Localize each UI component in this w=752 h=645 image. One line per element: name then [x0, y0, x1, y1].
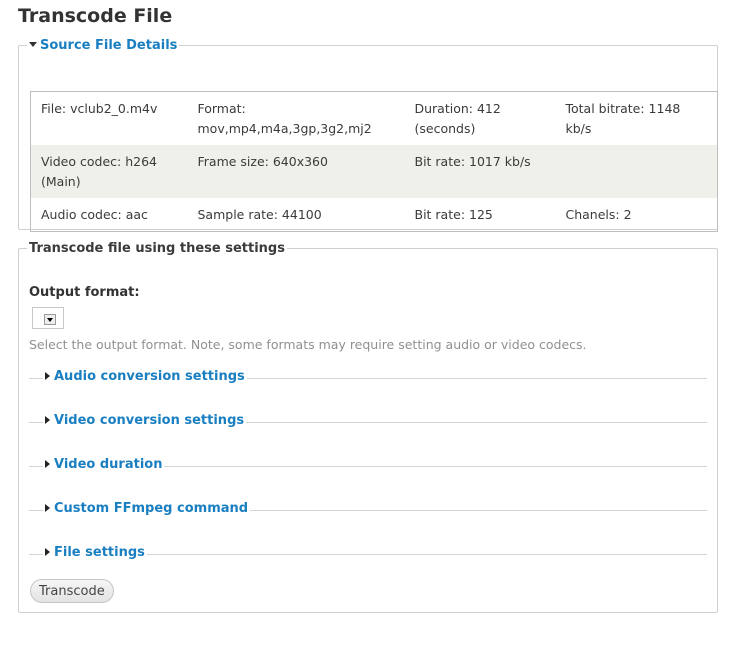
section-title: Audio conversion settings	[54, 369, 245, 384]
video-duration-section: Video duration	[29, 457, 707, 473]
table-row: Audio codec: aac Sample rate: 44100 Bit …	[31, 198, 718, 232]
empty-cell	[555, 145, 718, 198]
section-title: Video conversion settings	[54, 413, 245, 428]
source-file-details-legend: Source File Details	[40, 38, 178, 53]
section-title: Video duration	[54, 457, 163, 472]
dropdown-arrow-icon	[44, 314, 56, 325]
collapse-arrow-icon	[29, 42, 37, 47]
output-format-label: Output format:	[29, 285, 140, 300]
page-title: Transcode File	[18, 5, 173, 27]
audio-conversion-settings-toggle[interactable]: Audio conversion settings	[43, 369, 247, 384]
custom-ffmpeg-command-section: Custom FFmpeg command	[29, 501, 707, 517]
section-title: File settings	[54, 545, 145, 560]
file-name-cell: File: vclub2_0.m4v	[41, 101, 158, 116]
audio-bitrate-cell: Bit rate: 125	[414, 207, 493, 222]
source-file-details-toggle[interactable]: Source File Details	[27, 38, 179, 53]
frame-size-cell: Frame size: 640x360	[187, 145, 405, 198]
audio-conversion-settings-section: Audio conversion settings	[29, 369, 707, 385]
output-format-select[interactable]	[32, 307, 64, 329]
format-cell: Format: mov,mp4,m4a,3gp,3g2,mj2	[197, 101, 372, 136]
video-duration-toggle[interactable]: Video duration	[43, 457, 165, 472]
expand-arrow-icon	[45, 459, 50, 468]
duration-cell: Duration: 412 (seconds)	[414, 101, 501, 136]
total-bitrate-cell: Total bitrate: 1148 kb/s	[565, 101, 681, 136]
audio-codec-cell: Audio codec: aac	[41, 207, 148, 222]
file-settings-toggle[interactable]: File settings	[43, 545, 147, 560]
source-details-table: File: vclub2_0.m4v Format: mov,mp4,m4a,3…	[30, 91, 718, 232]
video-codec-cell: Video codec: h264 (Main)	[30, 145, 188, 198]
expand-arrow-icon	[45, 415, 50, 424]
video-bitrate-cell: Bit rate: 1017 kb/s	[404, 145, 556, 198]
source-file-details-fieldset: Source File Details File: vclub2_0.m4v F…	[18, 38, 718, 232]
transcode-button[interactable]: Transcode	[30, 579, 114, 603]
transcode-settings-legend: Transcode file using these settings	[29, 241, 285, 256]
table-row: Video codec: h264 (Main) Frame size: 640…	[30, 145, 718, 198]
channels-cell: Chanels: 2	[565, 207, 632, 222]
file-settings-section: File settings	[29, 545, 707, 561]
video-conversion-settings-toggle[interactable]: Video conversion settings	[43, 413, 247, 428]
expand-arrow-icon	[45, 547, 50, 556]
expand-arrow-icon	[45, 371, 50, 380]
table-row: File: vclub2_0.m4v Format: mov,mp4,m4a,3…	[31, 92, 718, 146]
custom-ffmpeg-command-toggle[interactable]: Custom FFmpeg command	[43, 501, 251, 516]
expand-arrow-icon	[45, 503, 50, 512]
section-title: Custom FFmpeg command	[54, 501, 249, 516]
video-conversion-settings-section: Video conversion settings	[29, 413, 707, 429]
sample-rate-cell: Sample rate: 44100	[197, 207, 322, 222]
output-format-description: Select the output format. Note, some for…	[29, 337, 587, 352]
